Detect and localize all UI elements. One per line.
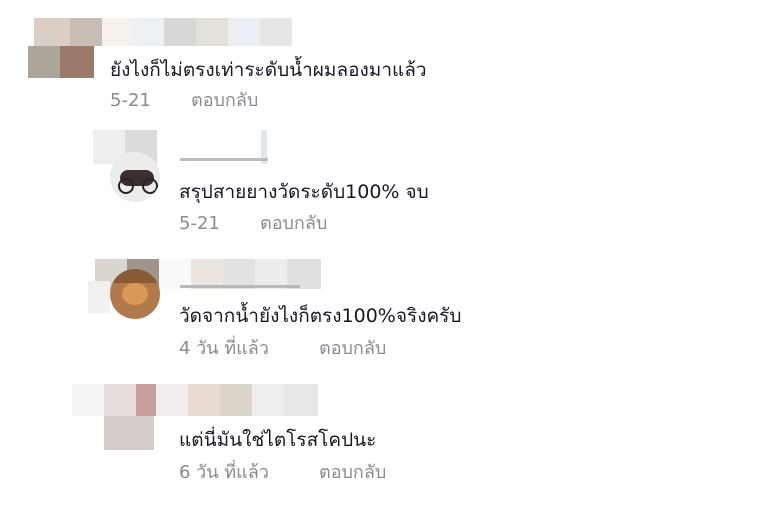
comment-time: 5-21	[110, 90, 151, 111]
comment-meta: 5-21 ตอบกลับ	[179, 213, 479, 235]
comment-time: 6 วัน ที่แล้ว	[179, 462, 269, 483]
comment-text: แต่นี่มันใช่ไตโรสโคปนะ	[179, 429, 377, 451]
avatar[interactable]	[110, 269, 160, 319]
comment-item: วัดจากน้ำยังไงก็ตรง100%จริงครับ 4 วัน ที…	[0, 245, 764, 370]
reply-button[interactable]: ตอบกลับ	[319, 462, 386, 484]
reply-button[interactable]: ตอบกลับ	[260, 213, 327, 235]
comment-item: แต่นี่มันใช่ไตโรสโคปนะ 6 วัน ที่แล้ว ตอบ…	[0, 370, 764, 518]
comment-text: ยังไงก็ไม่ตรงเท่าระดับน้ำผมลองมาแล้ว	[110, 59, 427, 81]
reply-button[interactable]: ตอบกลับ	[319, 338, 386, 360]
comment-meta: 6 วัน ที่แล้ว ตอบกลับ	[179, 462, 479, 484]
username-partial	[180, 285, 300, 296]
comment-time: 5-21	[179, 213, 220, 234]
username-redacted	[72, 384, 318, 416]
avatar-redacted[interactable]	[28, 46, 94, 78]
reply-button[interactable]: ตอบกลับ	[191, 90, 258, 112]
comment-meta: 5-21 ตอบกลับ	[110, 90, 410, 112]
username-redacted	[34, 18, 292, 46]
avatar-badge-redacted	[88, 281, 110, 313]
comment-meta: 4 วัน ที่แล้ว ตอบกลับ	[179, 338, 479, 360]
comment-item: ยังไงก็ไม่ตรงเท่าระดับน้ำผมลองมาแล้ว 5-2…	[0, 0, 764, 120]
comment-time: 4 วัน ที่แล้ว	[179, 338, 269, 359]
comment-item: สรุปสายยางวัดระดับ100% จบ 5-21 ตอบกลับ	[0, 120, 764, 245]
avatar[interactable]	[110, 152, 160, 202]
username-partial	[180, 158, 268, 169]
comment-text: สรุปสายยางวัดระดับ100% จบ	[179, 181, 429, 203]
comment-text: วัดจากน้ำยังไงก็ตรง100%จริงครับ	[179, 305, 462, 327]
avatar-redacted[interactable]	[104, 416, 154, 450]
